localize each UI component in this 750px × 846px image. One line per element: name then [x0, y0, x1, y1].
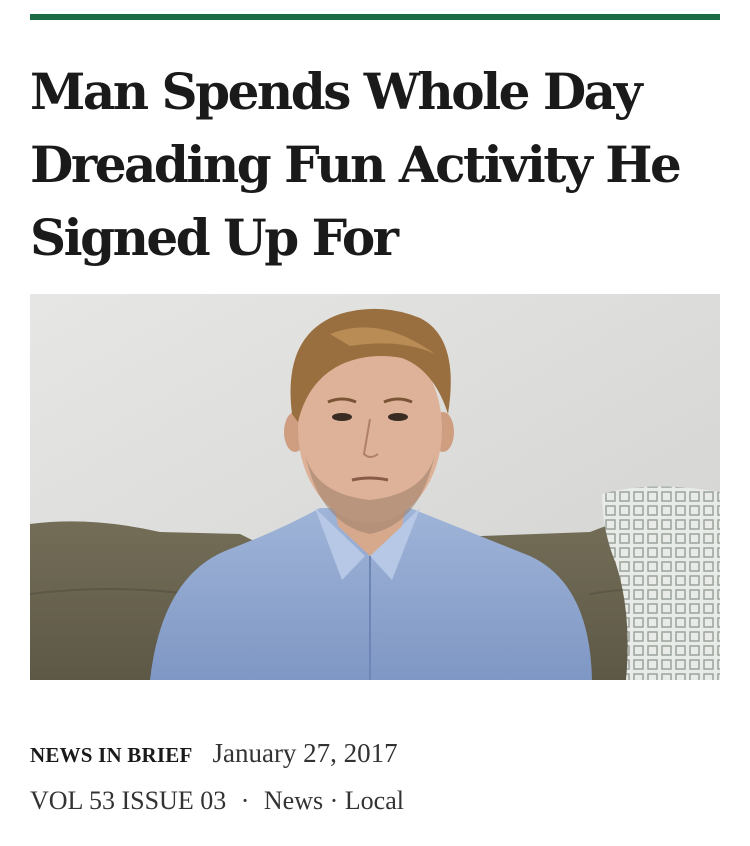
- article-meta: VOL 53 ISSUE 03 · News · Local: [30, 786, 720, 816]
- section-label[interactable]: NEWS IN BRIEF: [30, 743, 192, 767]
- issue-label: VOL 53 ISSUE 03: [30, 786, 227, 815]
- category-link-news[interactable]: News: [264, 786, 323, 815]
- article-headline: Man Spends Whole Day Dreading Fun Activi…: [30, 62, 682, 267]
- category-link-local[interactable]: Local: [345, 786, 404, 815]
- category-separator: ·: [329, 786, 339, 815]
- article-byline: NEWS IN BRIEF January 27, 2017: [30, 738, 720, 769]
- top-accent-rule: [30, 14, 720, 20]
- meta-separator: ·: [240, 786, 250, 815]
- publish-date: January 27, 2017: [212, 738, 398, 768]
- article-photo: [30, 294, 720, 680]
